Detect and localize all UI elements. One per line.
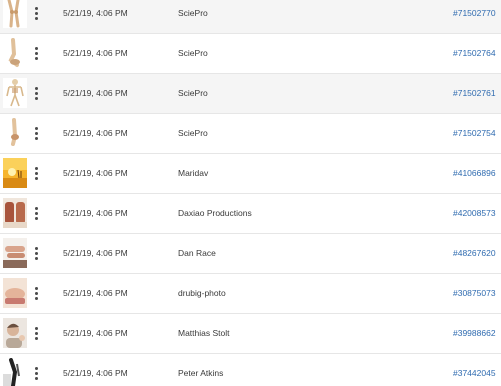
asset-id-link[interactable]: #37442045 xyxy=(453,354,496,386)
asset-id-link[interactable]: #39988662 xyxy=(453,314,496,352)
more-options-icon[interactable] xyxy=(30,42,42,64)
row-author: Maridav xyxy=(178,168,209,178)
row-date: 5/21/19, 4:06 PM xyxy=(63,288,128,298)
row-date: 5/21/19, 4:06 PM xyxy=(63,208,128,218)
more-options-icon[interactable] xyxy=(30,202,42,224)
legs-photo[interactable] xyxy=(3,238,27,268)
asset-id-link[interactable]: #71502770 xyxy=(453,0,496,32)
asset-id-link[interactable]: #71502764 xyxy=(453,34,496,72)
list-item[interactable]: 5/21/19, 4:06 PM Dan Race #48267620 xyxy=(0,234,501,274)
more-options-icon[interactable] xyxy=(30,242,42,264)
row-author: SciePro xyxy=(178,8,208,18)
row-author: SciePro xyxy=(178,48,208,58)
sunset-photo[interactable] xyxy=(3,158,27,188)
row-author: Daxiao Productions xyxy=(178,208,252,218)
asset-id-link[interactable]: #41066896 xyxy=(453,154,496,192)
row-date: 5/21/19, 4:06 PM xyxy=(63,8,128,18)
row-date: 5/21/19, 4:06 PM xyxy=(63,128,128,138)
list-item[interactable]: 5/21/19, 4:06 PM SciePro #71502761 xyxy=(0,74,501,114)
list-item[interactable]: 5/21/19, 4:06 PM Maridav #41066896 xyxy=(0,154,501,194)
asset-history-list: 5/21/19, 4:06 PM SciePro #71502770 5/21/… xyxy=(0,0,501,386)
row-date: 5/21/19, 4:06 PM xyxy=(63,168,128,178)
list-item[interactable]: 5/21/19, 4:06 PM Daxiao Productions #420… xyxy=(0,194,501,234)
list-item[interactable]: 5/21/19, 4:06 PM Matthias Stolt #3998866… xyxy=(0,314,501,354)
asset-id-link[interactable]: #71502754 xyxy=(453,114,496,152)
row-date: 5/21/19, 4:06 PM xyxy=(63,248,128,258)
asset-id-link[interactable]: #42008573 xyxy=(453,194,496,232)
row-author: Peter Atkins xyxy=(178,368,224,378)
anatomy-ankle-bone-icon[interactable] xyxy=(3,118,27,148)
person-portrait-photo[interactable] xyxy=(3,318,27,348)
list-item[interactable]: 5/21/19, 4:06 PM SciePro #71502770 xyxy=(0,0,501,34)
list-item[interactable]: 5/21/19, 4:06 PM drubig-photo #30875073 xyxy=(0,274,501,314)
row-author: drubig-photo xyxy=(178,288,226,298)
row-date: 5/21/19, 4:06 PM xyxy=(63,368,128,378)
row-author: SciePro xyxy=(178,88,208,98)
more-options-icon[interactable] xyxy=(30,162,42,184)
list-item[interactable]: 5/21/19, 4:06 PM SciePro #71502754 xyxy=(0,114,501,154)
list-item[interactable]: 5/21/19, 4:06 PM Peter Atkins #37442045 xyxy=(0,354,501,386)
asset-id-link[interactable]: #71502761 xyxy=(453,74,496,112)
more-options-icon[interactable] xyxy=(30,362,42,384)
row-author: Dan Race xyxy=(178,248,216,258)
row-date: 5/21/19, 4:06 PM xyxy=(63,88,128,98)
more-options-icon[interactable] xyxy=(30,82,42,104)
list-item[interactable]: 5/21/19, 4:06 PM SciePro #71502764 xyxy=(0,34,501,74)
feet-spa-photo[interactable] xyxy=(3,198,27,228)
row-author: Matthias Stolt xyxy=(178,328,230,338)
row-date: 5/21/19, 4:06 PM xyxy=(63,328,128,338)
anatomy-skeleton-icon[interactable] xyxy=(3,78,27,108)
more-options-icon[interactable] xyxy=(30,322,42,344)
asset-id-link[interactable]: #48267620 xyxy=(453,234,496,272)
more-options-icon[interactable] xyxy=(30,282,42,304)
row-date: 5/21/19, 4:06 PM xyxy=(63,48,128,58)
row-author: SciePro xyxy=(178,128,208,138)
more-options-icon[interactable] xyxy=(30,2,42,24)
foot-massage-photo[interactable] xyxy=(3,278,27,308)
xray-photo[interactable] xyxy=(3,358,27,386)
more-options-icon[interactable] xyxy=(30,122,42,144)
asset-id-link[interactable]: #30875073 xyxy=(453,274,496,312)
anatomy-foot-bone-icon[interactable] xyxy=(3,38,27,68)
anatomy-legs-bone-icon[interactable] xyxy=(3,0,27,28)
